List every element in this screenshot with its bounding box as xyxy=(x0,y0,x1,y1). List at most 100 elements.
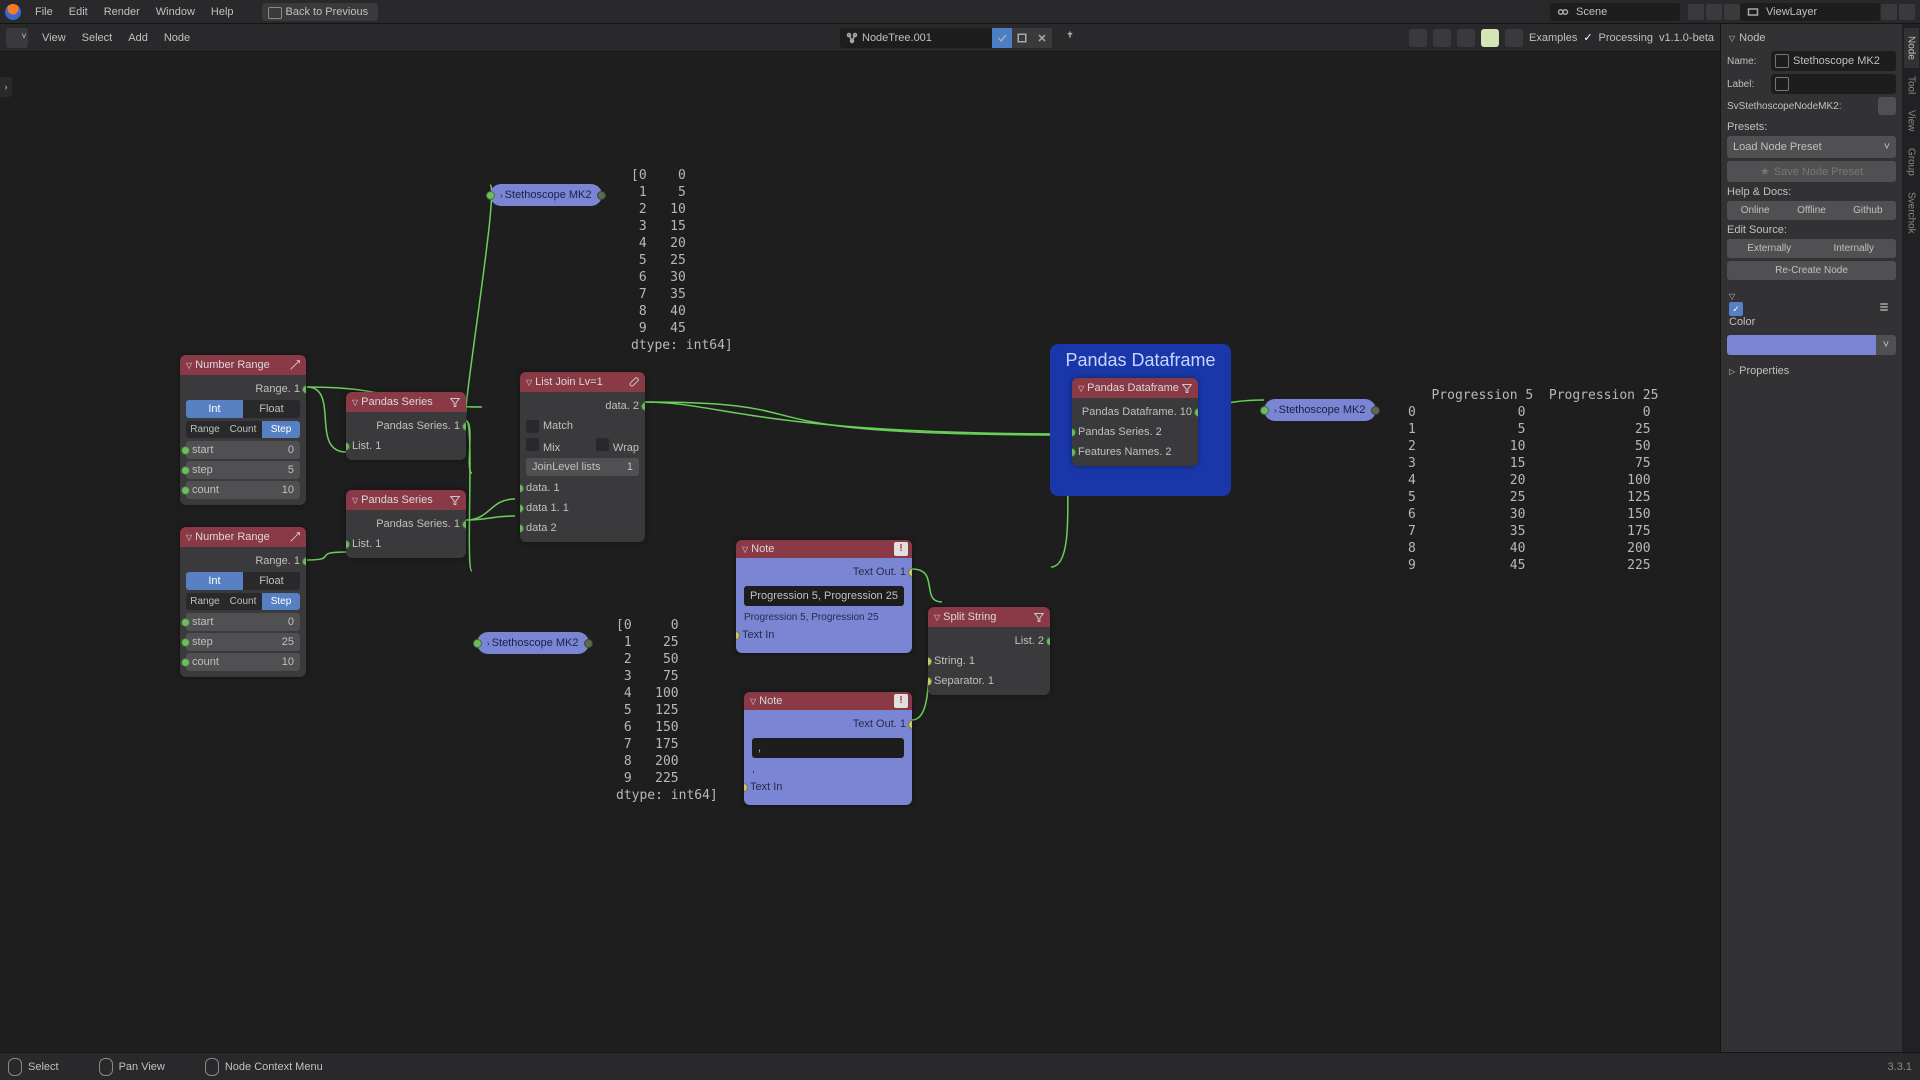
toolbar-btn-3[interactable] xyxy=(1457,29,1475,47)
count-mode-button[interactable]: Count xyxy=(224,593,262,610)
socket-out[interactable] xyxy=(908,720,912,729)
socket-out[interactable] xyxy=(302,385,306,394)
node-note-1[interactable]: ▽Note! Text Out. 1 Progression 5, Progre… xyxy=(736,540,912,653)
menu-add[interactable]: Add xyxy=(120,32,156,44)
toolbar-btn-5[interactable] xyxy=(1505,29,1523,47)
tab-group[interactable]: Group xyxy=(1904,140,1919,184)
internally-button[interactable]: Internally xyxy=(1812,239,1897,258)
collapse-icon[interactable]: ▽ xyxy=(186,533,192,542)
node-header[interactable]: ▽List Join Lv=1 xyxy=(520,372,645,392)
menu-window[interactable]: Window xyxy=(148,6,203,18)
node-split-string[interactable]: ▽Split String List. 2 String. 1 Separato… xyxy=(928,607,1050,695)
menu-node[interactable]: Node xyxy=(156,32,198,44)
delete-scene-icon[interactable] xyxy=(1724,4,1740,20)
filter-icon[interactable] xyxy=(448,493,462,507)
node-pandas-series-2[interactable]: ▽Pandas Series Pandas Series. 1 List. 1 xyxy=(346,490,466,558)
socket-out[interactable] xyxy=(1046,637,1050,646)
collapse-icon[interactable]: ▽ xyxy=(186,361,192,370)
delete-viewlayer-icon[interactable] xyxy=(1899,4,1915,20)
nodetree-selector[interactable]: NodeTree.001 xyxy=(840,28,1000,48)
github-button[interactable]: Github xyxy=(1840,201,1896,220)
socket-in[interactable] xyxy=(1072,428,1076,437)
collapse-icon[interactable]: ▽ xyxy=(750,697,756,706)
range-mode-button[interactable]: Range xyxy=(186,421,224,438)
socket-out[interactable] xyxy=(462,422,466,431)
menu-help[interactable]: Help xyxy=(203,6,242,18)
socket-in[interactable] xyxy=(346,442,350,451)
step-field[interactable]: step25 xyxy=(186,633,300,651)
filter-icon[interactable] xyxy=(448,395,462,409)
range-mode-button[interactable]: Range xyxy=(186,593,224,610)
color-swatch[interactable] xyxy=(1727,335,1876,355)
note-text-input[interactable]: , xyxy=(752,738,904,758)
blender-logo-icon[interactable] xyxy=(5,4,21,20)
socket-in[interactable] xyxy=(744,783,748,792)
toolbar-btn-1[interactable] xyxy=(1409,29,1427,47)
node-header[interactable]: ▽Note! xyxy=(736,540,912,558)
toolbar-btn-4[interactable] xyxy=(1481,29,1499,47)
panel-node[interactable]: ▽Node xyxy=(1727,28,1896,48)
warning-icon[interactable]: ! xyxy=(894,542,908,556)
new-viewlayer-icon[interactable] xyxy=(1881,4,1897,20)
socket-in[interactable] xyxy=(473,639,482,648)
count-field[interactable]: count10 xyxy=(186,481,300,499)
count-mode-button[interactable]: Count xyxy=(224,421,262,438)
socket-out[interactable] xyxy=(462,520,466,529)
pin-icon[interactable] xyxy=(1064,30,1080,46)
online-button[interactable]: Online xyxy=(1727,201,1783,220)
socket-in[interactable] xyxy=(181,638,190,647)
menu-render[interactable]: Render xyxy=(96,6,148,18)
color-dropdown-icon[interactable]: ˅ xyxy=(1876,335,1896,355)
socket-out[interactable] xyxy=(584,639,593,648)
node-header[interactable]: ▽Split String xyxy=(928,607,1050,627)
collapse-icon[interactable]: ▽ xyxy=(352,496,358,505)
socket-out[interactable] xyxy=(1194,408,1198,417)
node-number-range-1[interactable]: ▽ Number Range Range. 1 IntFloat RangeCo… xyxy=(180,355,306,505)
count-field[interactable]: count10 xyxy=(186,653,300,671)
panel-properties[interactable]: ▷Properties xyxy=(1727,361,1896,381)
processing-toggle[interactable]: Processing xyxy=(1599,32,1653,44)
menu-view[interactable]: View xyxy=(34,32,74,44)
editor-type-selector[interactable] xyxy=(6,28,28,48)
checkbox-icon[interactable] xyxy=(526,438,539,451)
tab-tool[interactable]: Tool xyxy=(1904,68,1919,102)
socket-in[interactable] xyxy=(928,677,932,686)
recreate-node-button[interactable]: Re-Create Node xyxy=(1727,261,1896,280)
socket-in[interactable] xyxy=(346,540,350,549)
tab-sverchok[interactable]: Sverchok xyxy=(1904,184,1919,242)
chevron-icon[interactable]: › xyxy=(500,191,503,200)
socket-in[interactable] xyxy=(928,657,932,666)
color-checkbox[interactable]: ✓ xyxy=(1729,302,1743,316)
node-header[interactable]: ▽ Number Range xyxy=(180,527,306,547)
filter-icon[interactable] xyxy=(1180,381,1194,395)
label-field[interactable] xyxy=(1771,74,1896,94)
socket-out[interactable] xyxy=(302,557,306,566)
collapse-icon[interactable]: ▽ xyxy=(526,378,532,387)
fake-user-button[interactable] xyxy=(992,28,1012,48)
socket-out[interactable] xyxy=(641,402,645,411)
socket-in[interactable] xyxy=(520,484,524,493)
list-icon[interactable] xyxy=(1878,301,1894,317)
float-button[interactable]: Float xyxy=(243,572,300,590)
chevron-icon[interactable]: › xyxy=(487,639,490,648)
tab-view[interactable]: View xyxy=(1904,102,1919,140)
float-button[interactable]: Float xyxy=(243,400,300,418)
socket-in[interactable] xyxy=(181,618,190,627)
collapse-icon[interactable]: ▽ xyxy=(934,613,940,622)
toolbar-btn-2[interactable] xyxy=(1433,29,1451,47)
socket-out[interactable] xyxy=(908,568,912,577)
match-check[interactable]: Match xyxy=(520,416,645,436)
node-number-range-2[interactable]: ▽ Number Range Range. 1 IntFloat RangeCo… xyxy=(180,527,306,677)
node-canvas[interactable]: › ▽ Number Range Range. 1 IntFloat Range… xyxy=(0,52,1720,1052)
socket-in[interactable] xyxy=(486,191,495,200)
socket-in[interactable] xyxy=(181,466,190,475)
socket-in[interactable] xyxy=(520,504,524,513)
socket-in[interactable] xyxy=(520,524,524,533)
warning-icon[interactable]: ! xyxy=(894,694,908,708)
node-stethoscope-2[interactable]: ›Stethoscope MK2 xyxy=(477,632,589,654)
panel-color[interactable]: ▽✓Color xyxy=(1727,286,1896,332)
menu-select[interactable]: Select xyxy=(74,32,121,44)
int-button[interactable]: Int xyxy=(186,400,243,418)
node-stethoscope-1[interactable]: ›Stethoscope MK2 xyxy=(490,184,602,206)
unlink-nodetree-button[interactable] xyxy=(1032,28,1052,48)
